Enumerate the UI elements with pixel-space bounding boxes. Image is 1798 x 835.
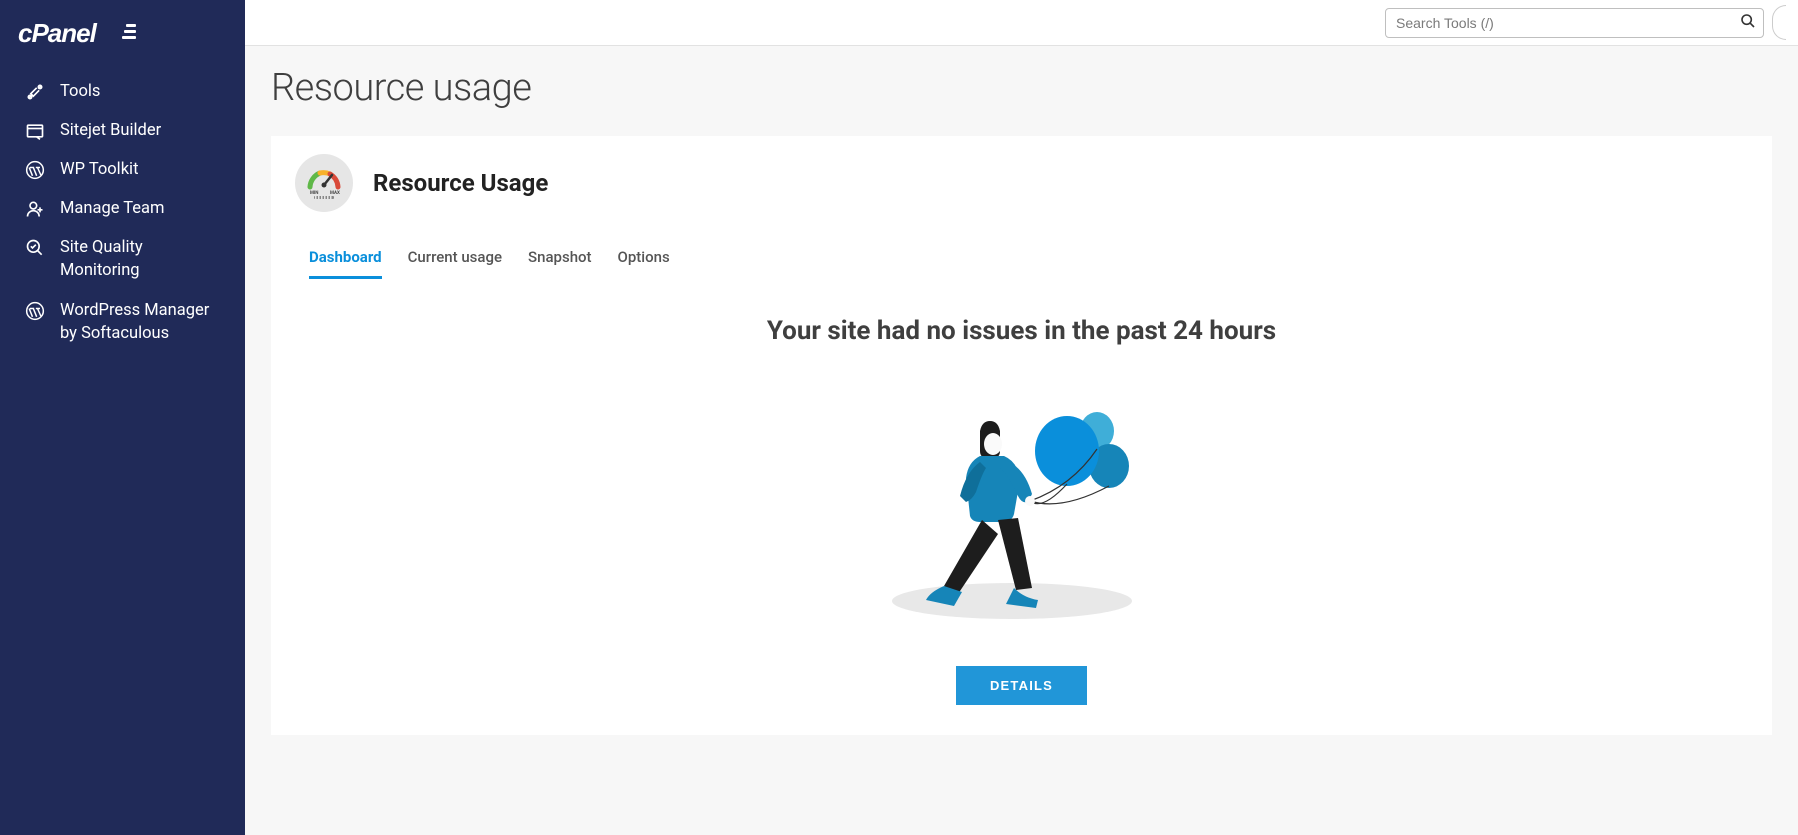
tab-snapshot[interactable]: Snapshot xyxy=(528,242,592,279)
search-wrap xyxy=(1385,8,1764,38)
wordpress-icon xyxy=(24,159,46,181)
gauge-icon: MIN MAX xyxy=(295,154,353,212)
tabs: Dashboard Current usage Snapshot Options xyxy=(295,242,1748,280)
topbar xyxy=(245,0,1798,46)
sitejet-icon xyxy=(24,120,46,142)
panel-header: MIN MAX Resource Usage xyxy=(295,154,1748,212)
sidebar-item-label: Manage Team xyxy=(60,197,221,220)
panel-title: Resource Usage xyxy=(373,169,548,197)
svg-text:MIN: MIN xyxy=(310,190,318,196)
sidebar-item-label: WordPress Manager by Softaculous xyxy=(60,299,221,345)
sidebar: cPanel Tools Sitejet Builder xyxy=(0,0,245,835)
manage-team-icon xyxy=(24,198,46,220)
page-title: Resource usage xyxy=(271,66,1772,110)
sidebar-item-label: Tools xyxy=(60,80,221,103)
sidebar-item-wptoolkit[interactable]: WP Toolkit xyxy=(0,150,245,189)
search-input[interactable] xyxy=(1385,8,1764,38)
status-heading: Your site had no issues in the past 24 h… xyxy=(295,316,1748,346)
details-button[interactable]: DETAILS xyxy=(956,666,1087,705)
cpanel-logo-icon: cPanel xyxy=(18,18,138,48)
tab-dashboard[interactable]: Dashboard xyxy=(309,242,382,279)
wordpress-icon xyxy=(24,300,46,322)
svg-text:cPanel: cPanel xyxy=(18,18,98,48)
content: Resource usage MIN MAX xyxy=(245,46,1798,835)
no-issues-illustration xyxy=(862,376,1182,626)
sidebar-item-wp-manager[interactable]: WordPress Manager by Softaculous xyxy=(0,291,245,353)
sidebar-nav: Tools Sitejet Builder WP Toolkit Manage … xyxy=(0,72,245,353)
cpanel-logo[interactable]: cPanel xyxy=(0,10,245,72)
sidebar-item-tools[interactable]: Tools xyxy=(0,72,245,111)
site-quality-icon xyxy=(24,237,46,259)
resource-usage-panel: MIN MAX Resource Usage xyxy=(271,136,1772,735)
account-menu[interactable] xyxy=(1772,5,1786,40)
sidebar-item-sitejet[interactable]: Sitejet Builder xyxy=(0,111,245,150)
tab-current-usage[interactable]: Current usage xyxy=(408,242,502,279)
sidebar-item-label: Site Quality Monitoring xyxy=(60,236,221,282)
tab-options[interactable]: Options xyxy=(618,242,670,279)
sidebar-item-label: WP Toolkit xyxy=(60,158,221,181)
tools-icon xyxy=(24,81,46,103)
sidebar-item-manage-team[interactable]: Manage Team xyxy=(0,189,245,228)
sidebar-item-site-quality[interactable]: Site Quality Monitoring xyxy=(0,228,245,290)
main: Resource usage MIN MAX xyxy=(245,0,1798,835)
dashboard-body: Your site had no issues in the past 24 h… xyxy=(295,316,1748,705)
sidebar-item-label: Sitejet Builder xyxy=(60,119,221,142)
svg-text:MAX: MAX xyxy=(330,190,340,196)
